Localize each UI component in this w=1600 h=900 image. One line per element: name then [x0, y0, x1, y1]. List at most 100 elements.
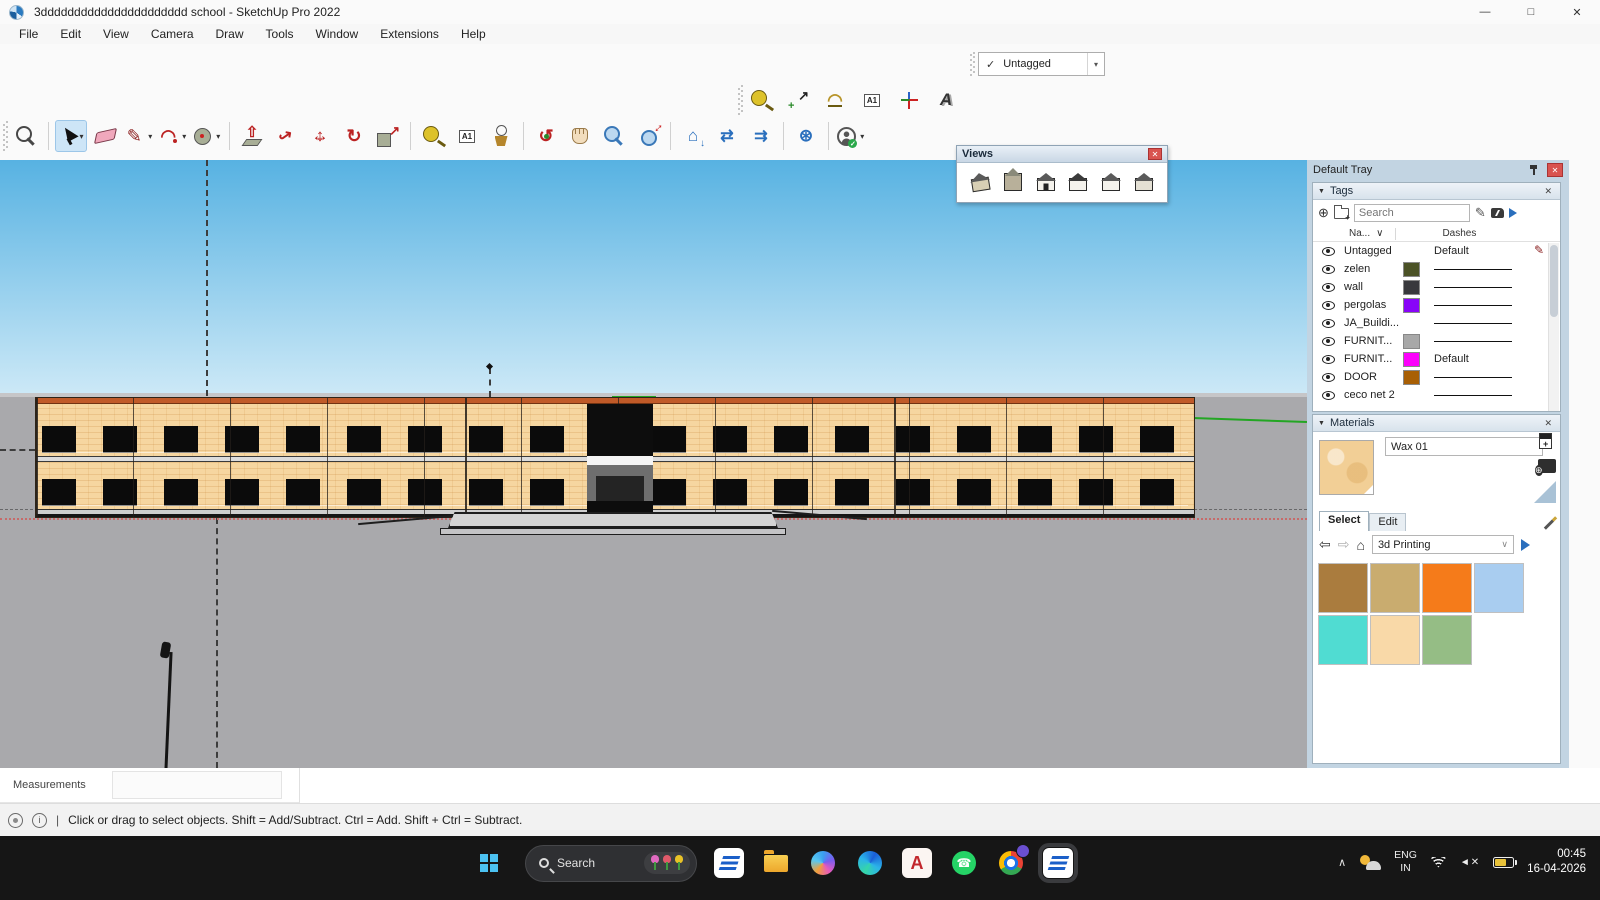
menu-edit[interactable]: Edit [49, 24, 92, 44]
dashes-edit-pencil-icon[interactable]: ✎ [1534, 243, 1544, 257]
tag-dashes-cell[interactable] [1434, 314, 1512, 332]
add-tag-folder-icon[interactable] [1334, 208, 1349, 219]
tag-row[interactable]: DOOR [1313, 368, 1560, 386]
zoom-button[interactable] [598, 120, 630, 152]
taskbar-app-sketchup-active[interactable] [1043, 848, 1073, 878]
line-button[interactable]: ▾ [123, 120, 155, 152]
visible-eye-icon[interactable] [1322, 301, 1335, 310]
share-component-button[interactable] [745, 120, 777, 152]
share-model-button[interactable] [711, 120, 743, 152]
material-swatch-sage-green[interactable] [1422, 615, 1472, 665]
tag-color-swatch[interactable] [1403, 262, 1420, 277]
tags-scrollbar[interactable] [1548, 243, 1559, 411]
active-tag-dropdown[interactable]: ✓ Untagged ▾ [978, 52, 1105, 76]
tags-close-icon[interactable]: ✕ [1541, 186, 1555, 197]
toolbar-drag-handle[interactable] [738, 85, 743, 115]
taskbar-app-edge[interactable] [855, 848, 885, 878]
push-pull-button[interactable] [236, 120, 268, 152]
chevron-down-icon[interactable]: ▾ [1087, 53, 1104, 75]
tag-color-swatch[interactable] [1403, 334, 1420, 349]
material-preview-thumbnail[interactable] [1319, 440, 1374, 495]
materials-panel-header[interactable]: ▼ Materials ✕ [1313, 415, 1560, 432]
tag-row[interactable]: pergolas [1313, 296, 1560, 314]
3d-warehouse-button[interactable] [677, 120, 709, 152]
tag-dashes-cell[interactable]: Default [1434, 242, 1469, 260]
extension-warehouse-button[interactable] [790, 120, 822, 152]
tag-color-swatch[interactable] [1403, 280, 1420, 295]
tab-select[interactable]: Select [1319, 511, 1369, 531]
taskbar-app-whatsapp[interactable] [949, 848, 979, 878]
visible-eye-icon[interactable] [1322, 355, 1335, 364]
menu-view[interactable]: View [92, 24, 140, 44]
two-point-arc-button[interactable]: ▾ [157, 120, 189, 152]
select-button[interactable]: ▾ [55, 120, 87, 152]
forward-arrow-icon[interactable]: ⇨ [1338, 536, 1350, 553]
scrollbar-thumb[interactable] [1550, 245, 1558, 317]
tag-dashes-cell[interactable] [1434, 332, 1512, 350]
tab-edit[interactable]: Edit [1369, 513, 1406, 531]
tag-row[interactable]: JA_Buildi... [1313, 314, 1560, 332]
account-dropdown-arrow[interactable]: ▾ [857, 121, 867, 151]
tags-search-input[interactable] [1354, 204, 1470, 222]
toolbar-drag-handle[interactable] [3, 121, 8, 151]
views-close-button[interactable]: ✕ [1148, 148, 1162, 160]
tag-row[interactable]: FURNIT... [1313, 332, 1560, 350]
selection-zoom-button[interactable] [10, 120, 42, 152]
taskbar-app-autocad[interactable] [902, 848, 932, 878]
line-dropdown-arrow[interactable]: ▾ [145, 121, 155, 151]
tape-measure-button[interactable] [417, 120, 449, 152]
column-name[interactable]: Na... ∨ [1349, 228, 1383, 239]
taskbar-app-sketchup[interactable] [714, 848, 744, 878]
material-swatch-orange[interactable] [1422, 563, 1472, 613]
tag-dashes-cell[interactable] [1434, 368, 1512, 386]
menu-draw[interactable]: Draw [205, 24, 255, 44]
zoom-extents-button[interactable] [632, 120, 664, 152]
iso-view-button[interactable] [965, 165, 995, 195]
taskbar-app-copilot[interactable] [808, 848, 838, 878]
text-button[interactable]: A1 [856, 84, 888, 116]
material-swatch-tan[interactable] [1370, 563, 1420, 613]
tag-row[interactable]: ceco net 2 [1313, 386, 1560, 404]
info-icon[interactable]: i [32, 813, 47, 828]
visible-eye-icon[interactable] [1322, 247, 1335, 256]
top-view-button[interactable] [1000, 167, 1026, 193]
wifi-icon[interactable] [1430, 857, 1447, 868]
material-swatch-turquoise[interactable] [1318, 615, 1368, 665]
left-view-button[interactable] [1131, 167, 1157, 193]
material-swatch-brown[interactable] [1318, 563, 1368, 613]
eyedropper-icon[interactable] [1544, 516, 1557, 529]
back-view-button[interactable] [1098, 167, 1124, 193]
clock[interactable]: 00:45 16-04-2026 [1527, 847, 1586, 877]
visible-eye-icon[interactable] [1322, 283, 1335, 292]
taskbar-app-chrome[interactable] [996, 848, 1026, 878]
follow-me-button[interactable] [270, 120, 302, 152]
collapse-triangle-icon[interactable]: ▼ [1318, 188, 1325, 195]
tag-row[interactable]: UntaggedDefault✎ [1313, 242, 1560, 260]
material-swatch-peach[interactable] [1370, 615, 1420, 665]
tag-dashes-cell[interactable] [1434, 296, 1512, 314]
visible-eye-icon[interactable] [1322, 265, 1335, 274]
tag-dashes-cell[interactable]: Default [1434, 350, 1469, 368]
menu-camera[interactable]: Camera [140, 24, 205, 44]
tag-row[interactable]: zelen [1313, 260, 1560, 278]
language-indicator[interactable]: ENG IN [1394, 849, 1417, 875]
tag-row[interactable]: FURNIT...Default [1313, 350, 1560, 368]
scale-button[interactable] [372, 120, 404, 152]
model-viewport[interactable] [0, 160, 1307, 768]
visible-eye-icon[interactable] [1322, 319, 1335, 328]
help-icon[interactable] [8, 813, 23, 828]
visible-eye-icon[interactable] [1322, 337, 1335, 346]
pan-button[interactable] [564, 120, 596, 152]
account-button[interactable]: ▾ [835, 120, 867, 152]
two-point-arc-dropdown-arrow[interactable]: ▾ [179, 121, 189, 151]
material-swatch-light-blue[interactable] [1474, 563, 1524, 613]
pin-icon[interactable] [1529, 164, 1539, 176]
protractor-button[interactable] [819, 84, 851, 116]
tag-dashes-cell[interactable] [1434, 260, 1512, 278]
search-daily-image[interactable] [644, 852, 690, 874]
views-panel-titlebar[interactable]: Views ✕ [957, 146, 1167, 163]
edit-pencil-icon[interactable]: ✎ [1475, 205, 1486, 221]
menu-tools[interactable]: Tools [255, 24, 305, 44]
materials-close-icon[interactable]: ✕ [1541, 418, 1555, 429]
tray-close-button[interactable]: ✕ [1547, 163, 1563, 177]
